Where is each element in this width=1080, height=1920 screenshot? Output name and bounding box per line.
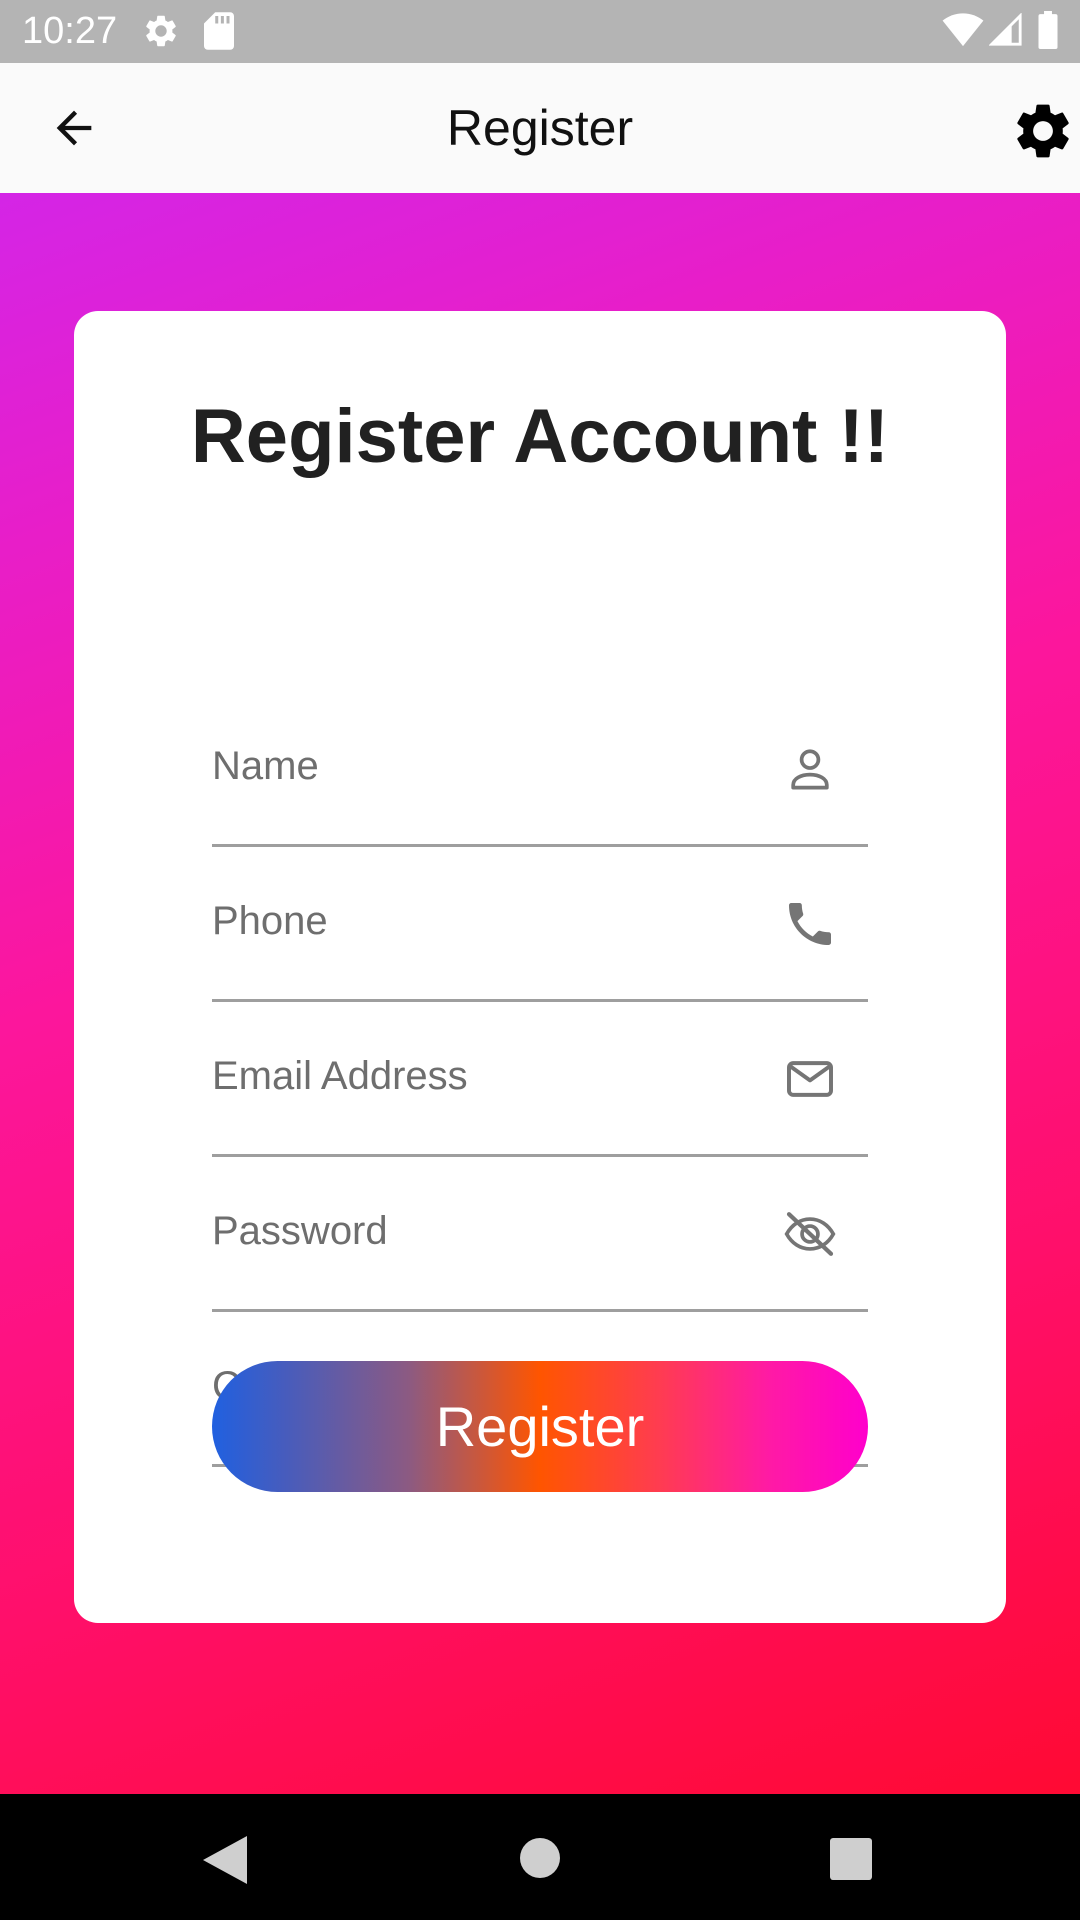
page-title: Register <box>446 100 634 156</box>
email-input[interactable] <box>212 999 752 1154</box>
battery-icon <box>1038 11 1058 49</box>
gear-icon <box>146 15 176 47</box>
visibility-off-icon[interactable] <box>782 1206 838 1262</box>
signal-icon <box>989 13 1022 46</box>
phone-input[interactable] <box>212 844 752 999</box>
phone-field[interactable] <box>212 844 868 1002</box>
name-input[interactable] <box>212 689 752 844</box>
wifi-icon <box>942 13 984 47</box>
system-nav-bar <box>0 1794 1080 1920</box>
gradient-background: Register Account !! Name Phone Email Add… <box>0 193 1080 1794</box>
name-field[interactable] <box>212 689 868 847</box>
nav-home-icon[interactable] <box>520 1838 560 1878</box>
status-time: 10:27 <box>22 10 118 52</box>
settings-button[interactable] <box>1010 98 1076 164</box>
sd-card-icon <box>204 12 234 50</box>
register-card: Register Account !! Name Phone Email Add… <box>74 311 1006 1623</box>
form-heading: Register Account !! <box>190 394 890 479</box>
email-field[interactable] <box>212 999 868 1157</box>
nav-back-icon[interactable] <box>203 1836 247 1884</box>
app-bar: Register <box>0 63 1080 193</box>
register-button[interactable]: Register <box>212 1361 868 1492</box>
status-bar: 10:27 <box>0 0 1080 63</box>
mail-icon <box>787 1061 833 1097</box>
nav-recents-icon[interactable] <box>830 1838 872 1880</box>
back-button[interactable] <box>28 90 120 166</box>
person-icon <box>791 749 829 790</box>
password-input[interactable] <box>212 1154 752 1309</box>
phone-icon <box>789 903 831 945</box>
arrow-back-icon <box>56 110 92 146</box>
password-field[interactable] <box>212 1154 868 1312</box>
gear-icon <box>1017 104 1069 158</box>
